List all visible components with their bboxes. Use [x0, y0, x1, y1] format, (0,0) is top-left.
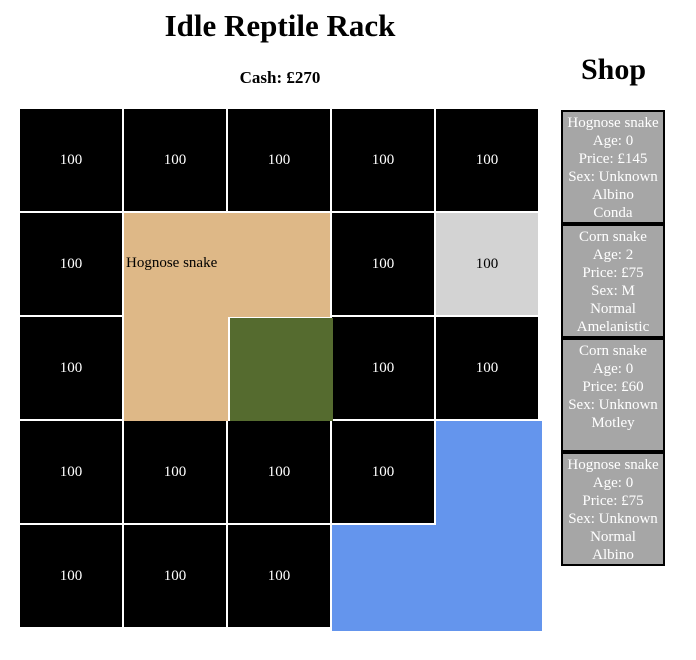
shop-title: Shop	[580, 53, 647, 86]
shop-item-price: Price: £75	[582, 493, 644, 509]
hognose-enclosure-bottom[interactable]	[124, 317, 228, 421]
rack-cell-r0c4[interactable]: 100	[436, 109, 538, 211]
shop-item-hognose-albino-conda[interactable]: Hognose snake Age: 0 Price: £145 Sex: Un…	[561, 110, 665, 224]
rack-cell-r4c1[interactable]: 100	[124, 525, 226, 627]
rack-cell-r4c2[interactable]: 100	[228, 525, 330, 627]
rack-cell-r3c1[interactable]: 100	[124, 421, 226, 523]
shop-item-species: Hognose snake	[567, 457, 659, 473]
rack-cell-r0c1[interactable]: 100	[124, 109, 226, 211]
shop-item-morph: Albino	[592, 187, 634, 203]
blue-enclosure-top[interactable]	[436, 421, 542, 525]
shop-item-morph: Amelanistic	[576, 319, 650, 335]
shop-item-age: Age: 2	[592, 247, 634, 263]
rack-cell-r3c3[interactable]: 100	[332, 421, 434, 523]
shop-item-species: Corn snake	[579, 343, 647, 359]
page-title: Idle Reptile Rack	[164, 8, 396, 43]
rack-cell-r3c0[interactable]: 100	[20, 421, 122, 523]
rack-cell-r2c0[interactable]: 100	[20, 317, 122, 419]
shop-item-sex: Sex: Unknown	[568, 169, 658, 185]
cash-display: Cash: £270	[239, 68, 321, 87]
rack-cell-r1c0[interactable]: 100	[20, 213, 122, 315]
shop-item-corn-motley[interactable]: Corn snake Age: 0 Price: £60 Sex: Unknow…	[561, 338, 665, 452]
shop-item-morph: Normal	[590, 301, 636, 317]
shop-item-age: Age: 0	[592, 475, 634, 491]
moss-enclosure-tile[interactable]	[230, 318, 333, 421]
reptile-rack: 100 100 100 100 100 100 100 100 100 100 …	[20, 109, 542, 631]
shop-item-species: Corn snake	[579, 229, 647, 245]
rack-cell-r0c3[interactable]: 100	[332, 109, 434, 211]
shop-item-sex: Sex: Unknown	[568, 511, 658, 527]
rack-cell-r4c0[interactable]: 100	[20, 525, 122, 627]
shop-item-morph: Albino	[592, 547, 634, 563]
rack-cell-r0c0[interactable]: 100	[20, 109, 122, 211]
rack-cell-r0c2[interactable]: 100	[228, 109, 330, 211]
rack-cell-r2c4[interactable]: 100	[436, 317, 538, 419]
rack-cell-r3c2[interactable]: 100	[228, 421, 330, 523]
shop-item-hognose-normal-albino[interactable]: Hognose snake Age: 0 Price: £75 Sex: Unk…	[561, 452, 665, 566]
shop-item-price: Price: £60	[582, 379, 644, 395]
shop-item-age: Age: 0	[592, 361, 634, 377]
shop-item-morph: Motley	[591, 415, 635, 431]
shop-item-price: Price: £75	[582, 265, 644, 281]
rack-cell-r2c3[interactable]: 100	[332, 317, 434, 419]
hognose-enclosure-label: Hognose snake	[126, 255, 218, 271]
shop-item-morph: Normal	[590, 529, 636, 545]
shop-item-sex: Sex: M	[591, 283, 635, 299]
shop-item-morph: Conda	[593, 205, 633, 221]
shop-item-sex: Sex: Unknown	[568, 397, 658, 413]
blue-enclosure-bottom[interactable]	[332, 525, 542, 631]
shop-item-age: Age: 0	[592, 133, 634, 149]
rack-cell-r1c3[interactable]: 100	[332, 213, 434, 315]
shop-item-species: Hognose snake	[567, 115, 659, 131]
rack-cell-r1c4-highlighted[interactable]: 100	[436, 213, 538, 315]
shop-item-corn-normal-amelanistic[interactable]: Corn snake Age: 2 Price: £75 Sex: M Norm…	[561, 224, 665, 338]
shop-item-price: Price: £145	[578, 151, 648, 167]
